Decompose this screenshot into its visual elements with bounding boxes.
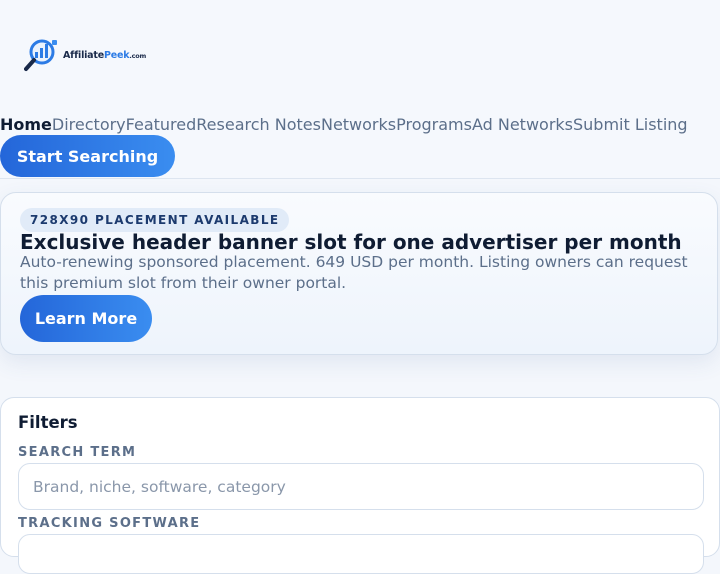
learn-more-button[interactable]: Learn More [20,295,152,342]
tracking-software-label: TRACKING SOFTWARE [18,516,201,531]
nav-item-programs[interactable]: Programs [396,114,472,136]
main-nav: Home Directory Featured Research Notes N… [0,114,688,136]
search-input[interactable] [18,463,704,510]
logo-accent-text: Peek [103,49,130,61]
nav-item-submit-listing[interactable]: Submit Listing [573,114,688,136]
promo-description: Auto-renewing sponsored placement. 649 U… [20,253,688,292]
search-term-label: SEARCH TERM [18,445,137,460]
site-logo[interactable]: AffiliatePeek.com [24,38,154,72]
logo-wordmark: AffiliatePeek.com [63,50,146,61]
promo-title: Exclusive header banner slot for one adv… [20,230,682,254]
filters-panel: Filters SEARCH TERM TRACKING SOFTWARE [0,397,720,574]
sponsored-placement-banner: 728X90 PLACEMENT AVAILABLE Exclusive hea… [0,192,718,355]
site-header: AffiliatePeek.com Home Directory Feature… [0,0,720,179]
nav-item-featured[interactable]: Featured [126,114,197,136]
placement-badge: 728X90 PLACEMENT AVAILABLE [20,208,290,232]
nav-item-directory[interactable]: Directory [52,114,126,136]
nav-item-ad-networks[interactable]: Ad Networks [472,114,573,136]
nav-item-networks[interactable]: Networks [321,114,396,136]
nav-item-home[interactable]: Home [0,114,52,136]
start-searching-button[interactable]: Start Searching [0,135,175,177]
tracking-software-select[interactable] [18,534,704,574]
logo-tld-text: .com [129,51,147,60]
logo-main-text: Affiliate [63,49,104,61]
nav-item-research-notes[interactable]: Research Notes [196,114,321,136]
magnifier-chart-icon [24,39,57,71]
filters-title: Filters [18,413,78,432]
